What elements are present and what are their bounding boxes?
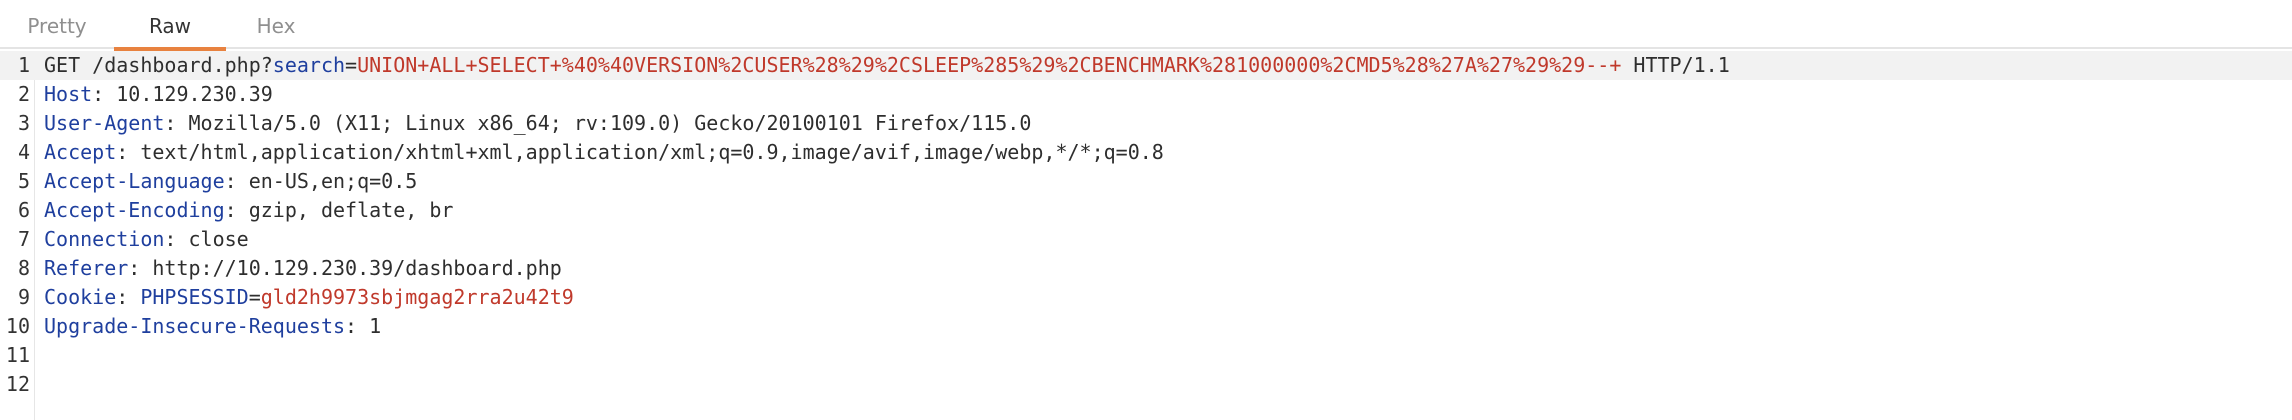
query-param-equals: = xyxy=(345,53,358,77)
header-separator: : xyxy=(224,169,249,193)
query-param-name: search xyxy=(272,53,346,77)
tab-pretty[interactable]: Pretty xyxy=(10,0,104,49)
header-name: User-Agent xyxy=(44,111,165,135)
header-name: Connection xyxy=(44,227,165,251)
header-line-accept-encoding[interactable]: 6 Accept-Encoding: gzip, deflate, br xyxy=(0,196,2292,225)
line-number: 4 xyxy=(17,140,30,164)
header-name: Host xyxy=(44,82,93,106)
line-number: 11 xyxy=(5,343,30,367)
header-separator: : xyxy=(164,111,189,135)
header-line-cookie[interactable]: 9 Cookie: PHPSESSID=gld2h9973sbjmgag2rra2… xyxy=(0,283,2292,312)
header-line-accept[interactable]: 4 Accept: text/html,application/xhtml+xml… xyxy=(0,138,2292,167)
header-name: Accept-Language xyxy=(44,169,225,193)
header-line-referer[interactable]: 8 Referer: http://10.129.230.39/dashboard… xyxy=(0,254,2292,283)
line-number: 8 xyxy=(17,256,30,280)
line-number: 5 xyxy=(17,169,30,193)
empty-line[interactable]: 11 xyxy=(0,341,2292,370)
header-separator: : xyxy=(92,82,117,106)
header-value: http://10.129.230.39/dashboard.php xyxy=(152,256,562,280)
header-name: Referer xyxy=(44,256,129,280)
header-value: Mozilla/5.0 (X11; Linux x86_64; rv:109.0… xyxy=(188,111,1032,135)
header-line-accept-language[interactable]: 5 Accept-Language: en-US,en;q=0.5 xyxy=(0,167,2292,196)
header-line-upgrade-insecure-requests[interactable]: 10 Upgrade-Insecure-Requests: 1 xyxy=(0,312,2292,341)
line-number: 7 xyxy=(17,227,30,251)
header-separator: : xyxy=(164,227,189,251)
header-value: text/html,application/xhtml+xml,applicat… xyxy=(140,140,1164,164)
header-line-host[interactable]: 2 Host: 10.129.230.39 xyxy=(0,80,2292,109)
line-number: 1 xyxy=(17,53,30,77)
cookie-value: gld2h9973sbjmgag2rra2u42t9 xyxy=(260,285,574,309)
header-separator: : xyxy=(128,256,153,280)
tab-raw[interactable]: Raw xyxy=(114,0,226,51)
header-separator: : xyxy=(224,198,249,222)
header-separator: : xyxy=(116,140,141,164)
header-separator: : xyxy=(345,314,370,338)
query-param-value: UNION+ALL+SELECT+%40%40VERSION%2CUSER%28… xyxy=(357,53,1622,77)
header-value: en-US,en;q=0.5 xyxy=(248,169,418,193)
header-name: Cookie xyxy=(44,285,117,309)
header-line-user-agent[interactable]: 3 User-Agent: Mozilla/5.0 (X11; Linux x86… xyxy=(0,109,2292,138)
line-number: 2 xyxy=(17,82,30,106)
header-value: close xyxy=(188,227,249,251)
line-number: 10 xyxy=(5,314,30,338)
header-value: 1 xyxy=(369,314,382,338)
view-tab-bar: Pretty Raw Hex xyxy=(0,0,2292,51)
header-separator: : xyxy=(116,285,141,309)
request-method-path: GET /dashboard.php? xyxy=(44,53,273,77)
http-version: HTTP/1.1 xyxy=(1621,53,1730,77)
line-number: 6 xyxy=(17,198,30,222)
empty-line[interactable]: 12 xyxy=(0,370,2292,399)
raw-request-editor[interactable]: 1 GET /dashboard.php?search=UNION+ALL+SEL… xyxy=(0,51,2292,420)
header-value: 10.129.230.39 xyxy=(116,82,273,106)
line-number: 12 xyxy=(5,372,30,396)
cookie-equals: = xyxy=(248,285,261,309)
header-name: Accept-Encoding xyxy=(44,198,225,222)
cookie-name: PHPSESSID xyxy=(140,285,249,309)
header-value: gzip, deflate, br xyxy=(248,198,454,222)
line-number: 3 xyxy=(17,111,30,135)
header-line-connection[interactable]: 7 Connection: close xyxy=(0,225,2292,254)
request-line[interactable]: 1 GET /dashboard.php?search=UNION+ALL+SEL… xyxy=(0,51,2292,80)
tab-hex[interactable]: Hex xyxy=(236,0,316,49)
header-name: Upgrade-Insecure-Requests xyxy=(44,314,346,338)
header-name: Accept xyxy=(44,140,117,164)
line-number: 9 xyxy=(17,285,30,309)
